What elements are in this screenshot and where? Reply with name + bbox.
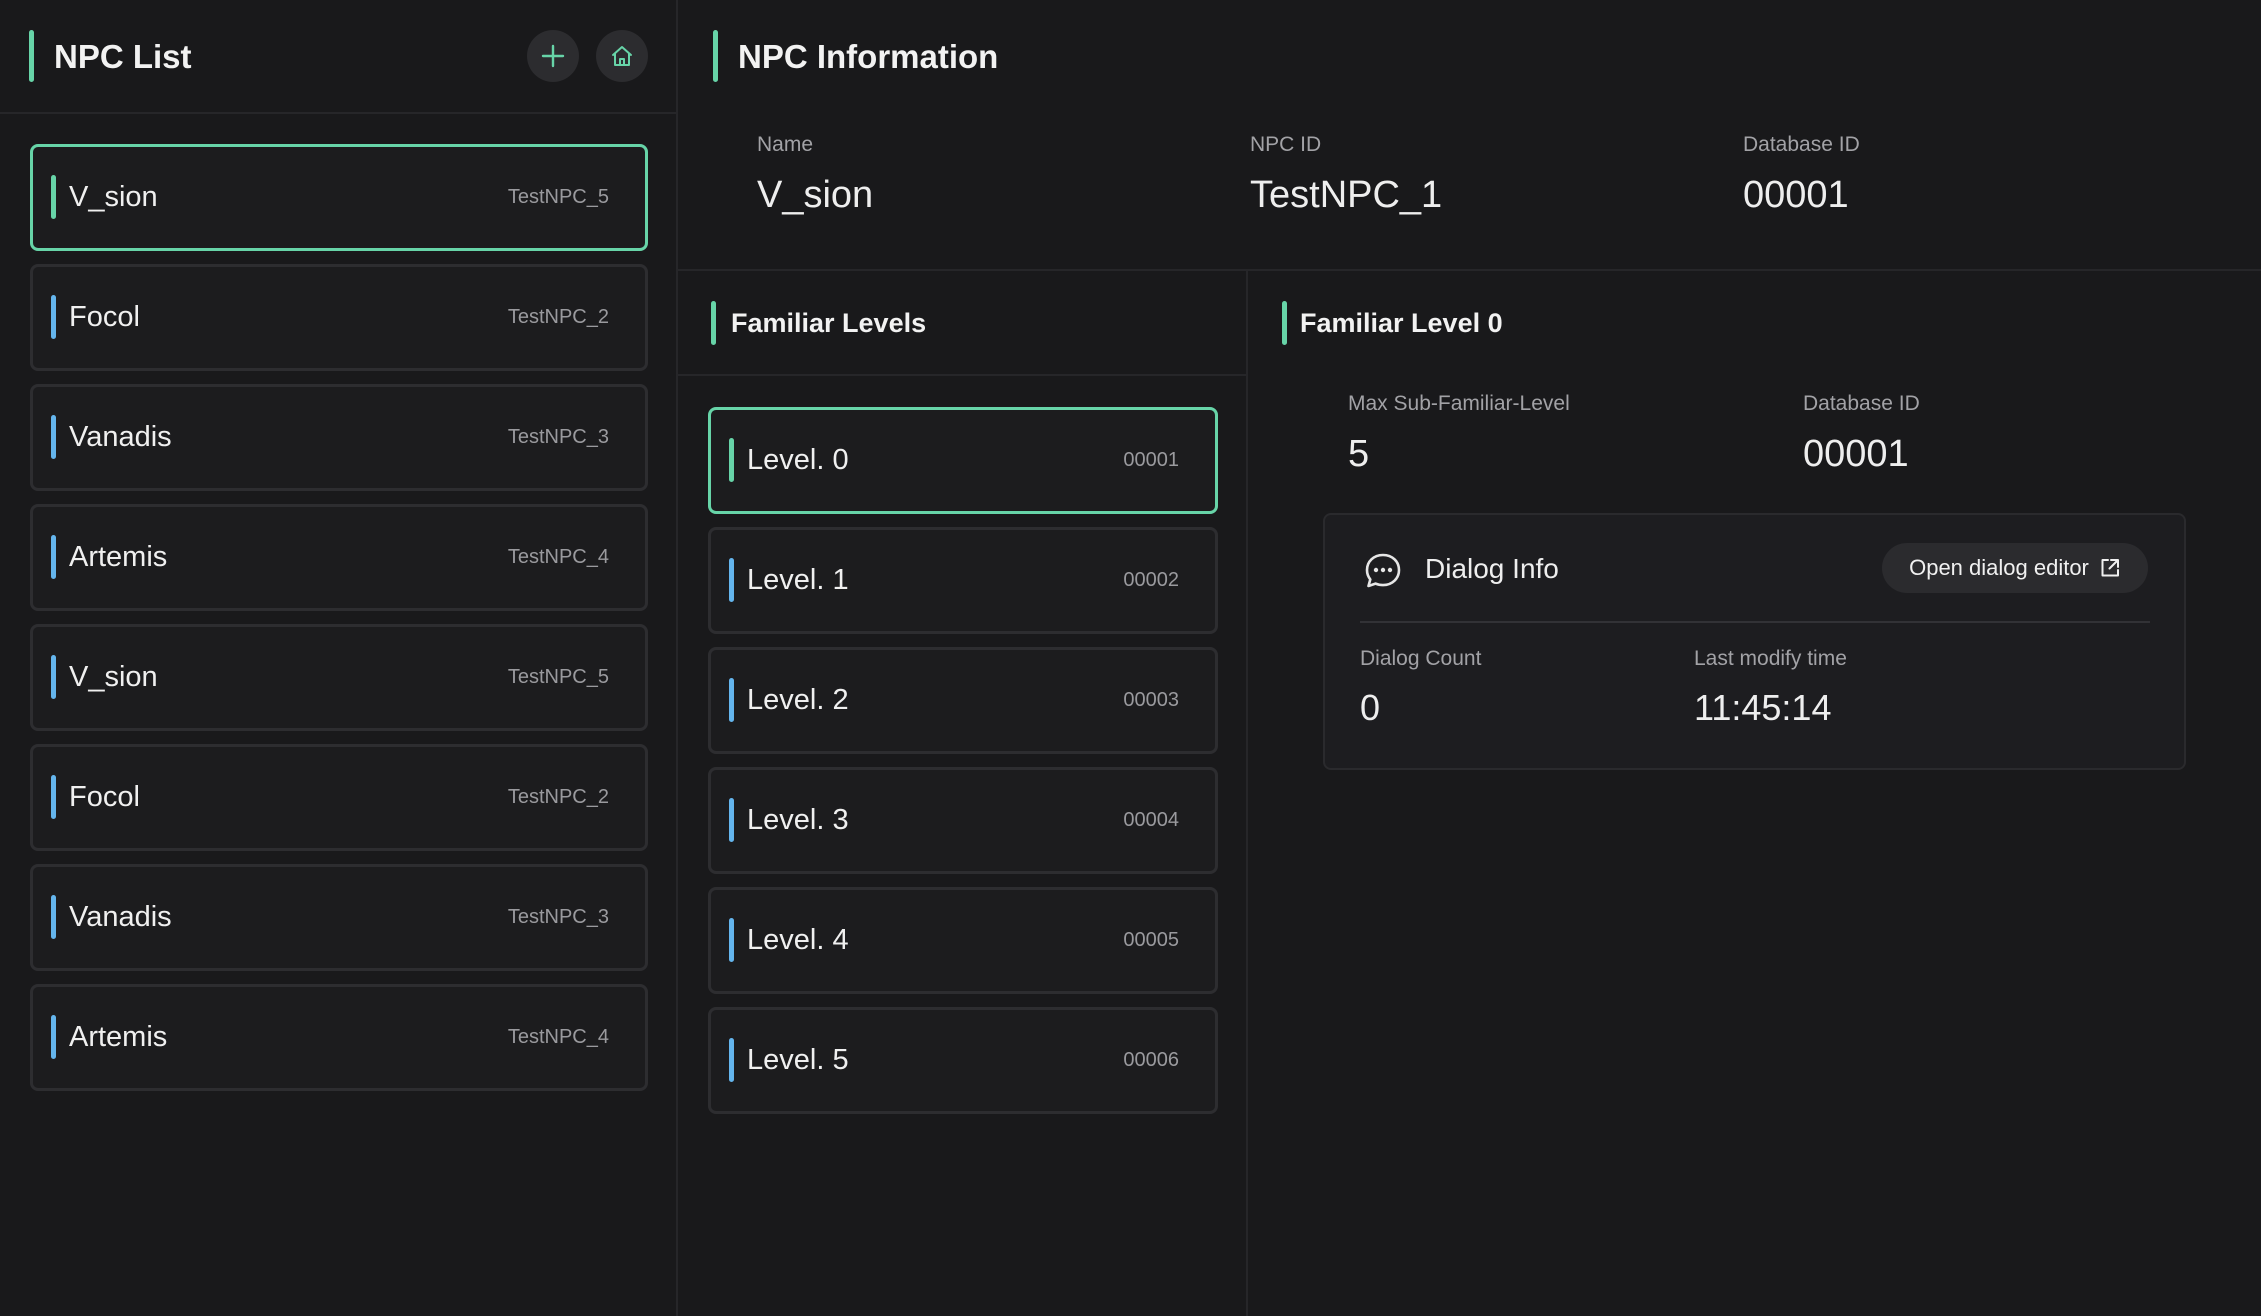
npc-list-item-accent <box>51 895 56 939</box>
column-divider-right <box>1246 271 1248 1316</box>
familiar-level-item-id: 00002 <box>1123 569 1179 591</box>
plus-icon <box>541 44 565 68</box>
external-link-icon <box>2101 559 2119 577</box>
max-sub-level-label: Max Sub-Familiar-Level <box>1348 392 1570 415</box>
npc-list-item-label: Vanadis <box>69 421 172 453</box>
familiar-level-item-id: 00003 <box>1123 689 1179 711</box>
npc-list-item-id: TestNPC_3 <box>507 426 609 448</box>
npc-info-divider <box>678 269 2261 271</box>
familiar-level-item-id: 00001 <box>1123 449 1179 471</box>
npc-list-item[interactable]: V_sion TestNPC_5 <box>30 144 648 251</box>
familiar-level-item-accent <box>729 1038 734 1082</box>
npc-list-item[interactable]: V_sion TestNPC_5 <box>30 624 648 731</box>
npc-list-item-id: TestNPC_4 <box>507 1026 609 1048</box>
open-dialog-editor-label: Open dialog editor <box>1909 555 2089 580</box>
npc-list-item-accent <box>51 295 56 339</box>
npc-db-id-label: Database ID <box>1743 133 1860 156</box>
npc-list-item-id: TestNPC_5 <box>507 186 609 208</box>
npc-list-item-accent <box>51 175 56 219</box>
familiar-level-item[interactable]: Level. 1 00002 <box>708 527 1218 634</box>
npc-id-value: TestNPC_1 <box>1250 174 1443 216</box>
npc-list-item-accent <box>51 535 56 579</box>
npc-list-item-label: V_sion <box>69 661 158 693</box>
familiar-level-item[interactable]: Level. 0 00001 <box>708 407 1218 514</box>
familiar-levels-title-accent <box>711 301 716 345</box>
npc-list-title-accent <box>29 30 34 82</box>
familiar-levels-title: Familiar Levels <box>731 308 927 338</box>
familiar-level-item-accent <box>729 918 734 962</box>
familiar-level-item-label: Level. 1 <box>747 564 849 596</box>
familiar-level-item-label: Level. 0 <box>747 444 849 476</box>
npc-list-item-id: TestNPC_4 <box>507 546 609 568</box>
npc-list-item[interactable]: Artemis TestNPC_4 <box>30 504 648 611</box>
familiar-level-item-id: 00005 <box>1123 929 1179 951</box>
familiar-level-item[interactable]: Level. 3 00004 <box>708 767 1218 874</box>
familiar-level-item-id: 00006 <box>1123 1049 1179 1071</box>
npc-info-title-accent <box>713 30 718 82</box>
level-db-id-label: Database ID <box>1803 392 1920 415</box>
familiar-level-detail-title: Familiar Level 0 <box>1300 308 1503 338</box>
npc-list-item[interactable]: Artemis TestNPC_4 <box>30 984 648 1091</box>
npc-name-value: V_sion <box>757 174 874 216</box>
max-sub-level-value: 5 <box>1348 433 1370 475</box>
level-db-id-value: 00001 <box>1803 433 1909 475</box>
chat-bubble-icon <box>1365 553 1401 588</box>
familiar-level-item-label: Level. 2 <box>747 684 849 716</box>
npc-list-item-id: TestNPC_3 <box>507 906 609 928</box>
familiar-level-item-id: 00004 <box>1123 809 1179 831</box>
npc-list-item-id: TestNPC_2 <box>507 306 609 328</box>
npc-list-item-label: Focol <box>69 781 140 813</box>
open-dialog-editor-button[interactable]: Open dialog editor <box>1882 543 2148 593</box>
npc-list-item[interactable]: Vanadis TestNPC_3 <box>30 864 648 971</box>
familiar-level-item[interactable]: Level. 2 00003 <box>708 647 1218 754</box>
dialog-info-title: Dialog Info <box>1425 553 1559 584</box>
last-modify-time-value: 11:45:14 <box>1694 687 1832 728</box>
familiar-level-item-accent <box>729 438 734 482</box>
home-icon <box>612 46 632 66</box>
familiar-level-item-accent <box>729 798 734 842</box>
npc-list-item-label: V_sion <box>69 181 158 213</box>
familiar-level-item[interactable]: Level. 4 00005 <box>708 887 1218 994</box>
npc-list-item[interactable]: Focol TestNPC_2 <box>30 264 648 371</box>
npc-list-item-accent <box>51 655 56 699</box>
npc-list-item-label: Artemis <box>69 541 168 573</box>
npc-list-title: NPC List <box>54 38 192 75</box>
npc-list-item-id: TestNPC_2 <box>507 786 609 808</box>
npc-name-label: Name <box>757 133 814 156</box>
last-modify-time-label: Last modify time <box>1694 647 1847 670</box>
add-npc-button[interactable] <box>527 30 579 82</box>
npc-info-title: NPC Information <box>738 38 999 75</box>
familiar-level-item-accent <box>729 678 734 722</box>
npc-db-id-value: 00001 <box>1743 174 1849 216</box>
column-divider-left <box>676 0 678 1316</box>
dialog-count-label: Dialog Count <box>1360 647 1482 670</box>
npc-list-item-id: TestNPC_5 <box>507 666 609 688</box>
dialog-count-value: 0 <box>1360 687 1381 728</box>
npc-list-item-accent <box>51 1015 56 1059</box>
npc-list-item[interactable]: Vanadis TestNPC_3 <box>30 384 648 491</box>
dialog-info-divider <box>1360 621 2150 623</box>
npc-id-label: NPC ID <box>1250 133 1322 156</box>
npc-list-item-label: Focol <box>69 301 140 333</box>
dialog-info-panel: Dialog Info Open dialog editor Dialog Co… <box>1323 513 2186 770</box>
familiar-level-item-accent <box>729 558 734 602</box>
familiar-levels-header-divider <box>678 374 1246 376</box>
npc-list-item[interactable]: Focol TestNPC_2 <box>30 744 648 851</box>
npc-list-item-accent <box>51 775 56 819</box>
familiar-level-item-label: Level. 3 <box>747 804 849 836</box>
familiar-level-item-label: Level. 4 <box>747 924 849 956</box>
npc-list-item-label: Artemis <box>69 1021 168 1053</box>
npc-list-item-label: Vanadis <box>69 901 172 933</box>
npc-list-header-divider <box>0 112 676 114</box>
familiar-level-item[interactable]: Level. 5 00006 <box>708 1007 1218 1114</box>
home-button[interactable] <box>596 30 648 82</box>
familiar-level-item-label: Level. 5 <box>747 1044 849 1076</box>
npc-list-item-accent <box>51 415 56 459</box>
familiar-level-detail-title-accent <box>1282 301 1287 345</box>
